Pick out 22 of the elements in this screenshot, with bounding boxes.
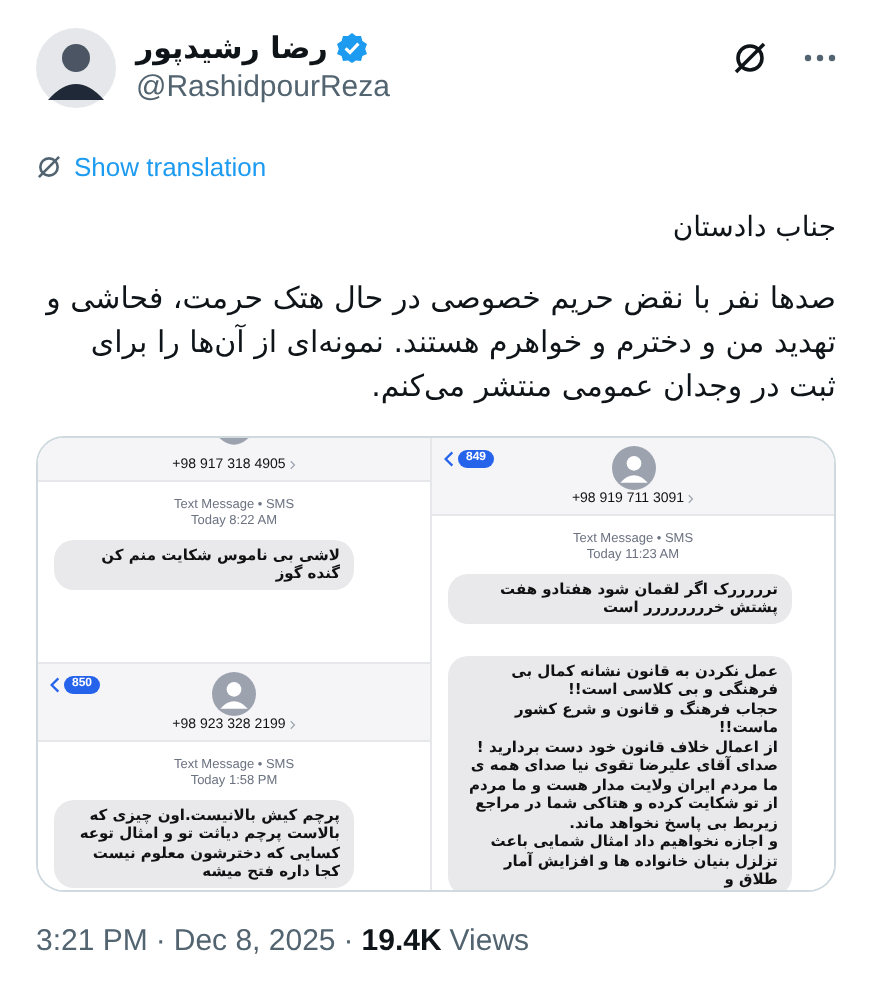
tweet-greeting: جناب دادستان	[672, 209, 836, 247]
author-handle[interactable]: @RashidpourReza	[136, 68, 390, 108]
tweet-text: صدها نفر با نقض حریم خصوصی در حال هتک حرمت، فحاشی و تهدید من و دخترم و خواهرم هستند. نمونه‌ای از آن‌ها را برای ثبت در وجدان عمومی منتشر می‌کنم.	[43, 277, 836, 407]
separator-dot: ·	[343, 921, 354, 961]
slashed-circle-icon	[36, 154, 62, 181]
chevron-icon	[289, 459, 296, 469]
views-label: Views	[449, 921, 530, 961]
back-icon[interactable]	[50, 675, 60, 693]
chevron-icon	[688, 493, 695, 503]
separator-dot: ·	[155, 921, 166, 961]
back-icon[interactable]	[444, 449, 454, 467]
contact-avatar-icon	[212, 671, 256, 715]
chevron-icon	[289, 719, 296, 729]
media-card[interactable]	[36, 435, 836, 891]
contact-avatar-icon	[611, 445, 655, 489]
post-date: Dec 8, 2025	[173, 921, 336, 961]
post-time: 3:21 PM	[36, 921, 148, 961]
avatar[interactable]	[36, 28, 116, 108]
author-name[interactable]: رضا رشیدپور	[136, 28, 328, 68]
slashed-circle-icon[interactable]	[732, 40, 768, 76]
view-count: 19.4K	[361, 921, 442, 961]
more-icon[interactable]	[804, 54, 836, 62]
